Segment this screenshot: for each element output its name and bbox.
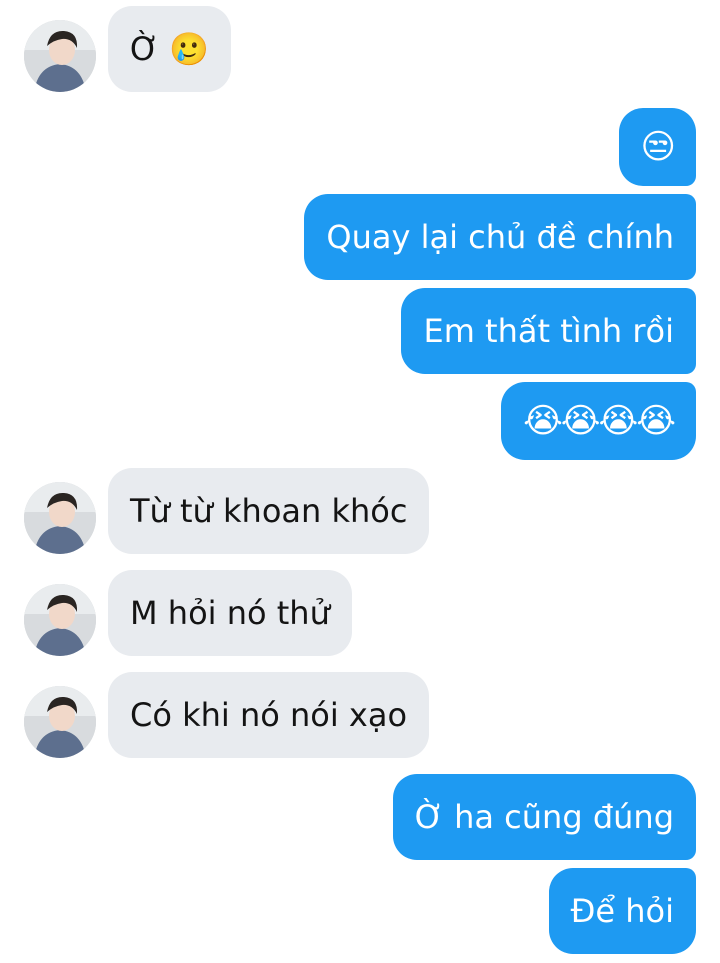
message-bubble-outgoing[interactable]: 😒	[618, 108, 696, 186]
message-text: Ờ ha cũng đúng	[414, 798, 674, 836]
message-text: Quay lại chủ đề chính	[326, 218, 674, 256]
contact-avatar[interactable]	[24, 584, 96, 656]
message-bubble-outgoing[interactable]: Ờ ha cũng đúng	[392, 774, 696, 860]
contact-avatar[interactable]	[24, 686, 96, 758]
message-bubble-outgoing[interactable]: 😭😭😭😭	[501, 382, 696, 460]
message-text: Ờ 🥲	[130, 30, 210, 68]
message-text: Từ từ khoan khóc	[130, 492, 408, 530]
contact-avatar[interactable]	[24, 20, 96, 92]
message-text: Có khi nó nói xạo	[130, 696, 408, 734]
message-bubble-outgoing[interactable]: Em thất tình rồi	[401, 288, 696, 374]
message-bubble-outgoing[interactable]: Để hỏi	[548, 868, 696, 954]
message-text: Em thất tình rồi	[423, 312, 674, 350]
message-text: Để hỏi	[570, 892, 674, 930]
message-bubble-incoming[interactable]: Ờ 🥲	[108, 6, 232, 92]
message-bubble-outgoing[interactable]: Quay lại chủ đề chính	[304, 194, 696, 280]
message-bubble-incoming[interactable]: Có khi nó nói xạo	[108, 672, 430, 758]
message-text: M hỏi nó thử	[130, 594, 330, 632]
message-text: 😒	[640, 127, 676, 167]
message-bubble-incoming[interactable]: M hỏi nó thử	[108, 570, 352, 656]
message-bubble-incoming[interactable]: Từ từ khoan khóc	[108, 468, 430, 554]
contact-avatar[interactable]	[24, 482, 96, 554]
message-text: 😭😭😭😭	[523, 401, 676, 441]
